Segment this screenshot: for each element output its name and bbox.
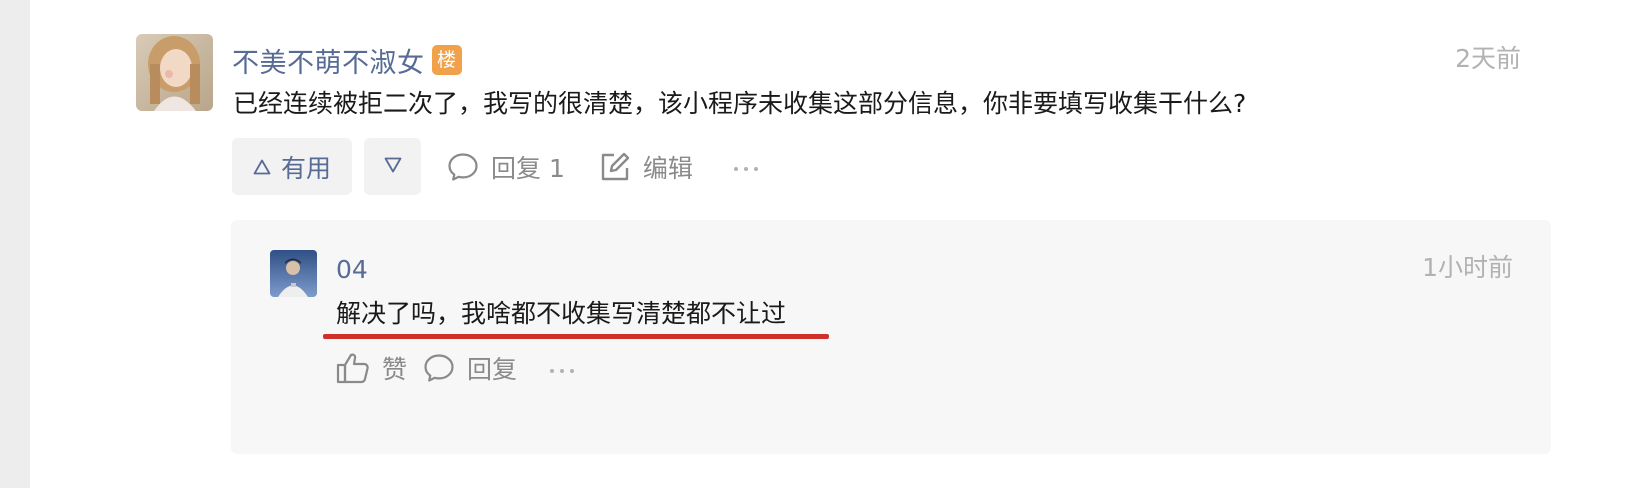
comment-bubble-icon — [447, 152, 479, 182]
more-dots-icon — [733, 157, 759, 176]
reply-actions: 赞 回复 — [336, 348, 575, 388]
reply-avatar[interactable] — [270, 250, 317, 297]
author-name[interactable]: 不美不萌不淑女 — [232, 41, 425, 80]
more-dots-icon — [549, 359, 575, 378]
post-page: 不美不萌不淑女 楼 2天前 已经连续被拒二次了，我写的很清楚，该小程序未收集这部… — [30, 0, 1640, 488]
reply-time: 1小时前 — [1422, 253, 1513, 282]
reply-container: 04 1小时前 解决了吗，我啥都不收集写清楚都不让过 赞 回复 — [231, 220, 1551, 454]
useful-button[interactable]: 有用 — [232, 138, 352, 195]
edit-label: 编辑 — [642, 153, 693, 183]
triangle-down-icon — [384, 157, 402, 177]
triangle-up-icon — [253, 159, 271, 175]
highlight-underline — [323, 334, 829, 339]
reply-content: 解决了吗，我啥都不收集写清楚都不让过 — [336, 299, 787, 328]
like-label: 赞 — [382, 355, 408, 384]
comment-actions: 有用 回复 1 编辑 — [232, 138, 759, 195]
comment-bubble-icon — [423, 353, 455, 383]
edit-icon — [599, 151, 631, 183]
avatar[interactable] — [136, 34, 213, 111]
thumbs-up-icon — [336, 352, 370, 384]
more-button[interactable] — [733, 157, 759, 176]
reply-to-reply-label: 回复 — [467, 355, 518, 384]
useful-label: 有用 — [280, 153, 331, 183]
reply-author-name[interactable]: 04 — [336, 252, 368, 288]
like-button[interactable]: 赞 — [336, 350, 407, 386]
floor-badge: 楼 — [431, 45, 462, 75]
comment-header: 不美不萌不淑女 楼 — [232, 40, 462, 80]
reply-label: 回复 1 — [491, 153, 565, 183]
not-useful-button[interactable] — [364, 138, 421, 195]
reply-button[interactable]: 回复 1 — [447, 149, 565, 185]
edit-button[interactable]: 编辑 — [599, 149, 693, 185]
reply-to-reply-button[interactable]: 回复 — [423, 350, 517, 386]
reply-more-button[interactable] — [549, 359, 575, 378]
comment-content: 已经连续被拒二次了，我写的很清楚，该小程序未收集这部分信息，你非要填写收集干什么… — [233, 89, 1247, 118]
comment-time: 2天前 — [1455, 44, 1521, 73]
